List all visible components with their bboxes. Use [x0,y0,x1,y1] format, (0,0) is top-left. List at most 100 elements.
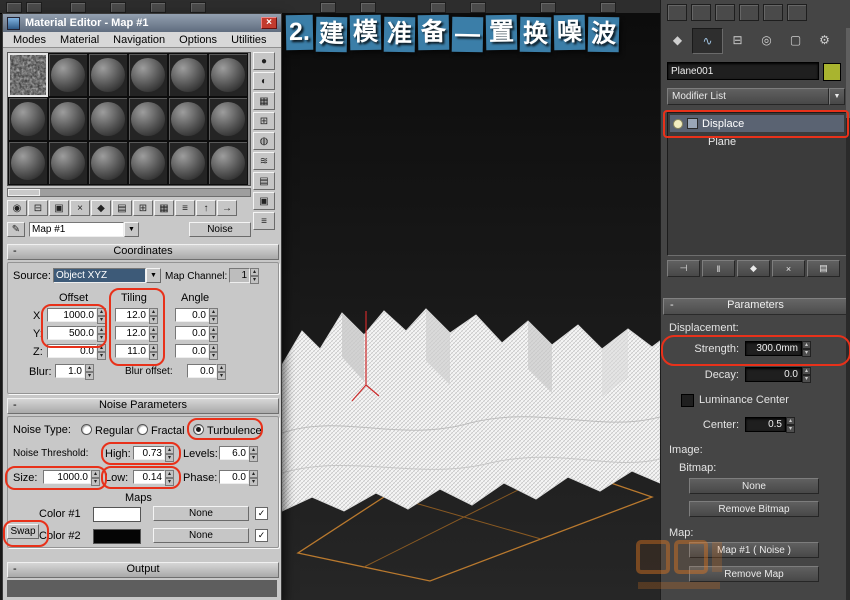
material-sample-slot[interactable] [168,97,208,141]
tab-hierarchy[interactable]: ⊟ [723,28,752,52]
spinner[interactable]: ▴ ▾ [802,367,811,383]
z-offset-field[interactable]: 0.0 ▴ ▾ [47,344,106,360]
main-toolbar-icon[interactable] [470,2,486,13]
spinner[interactable]: ▴ ▾ [786,417,795,433]
map-button[interactable]: Map #1 ( Noise ) [689,542,819,558]
radio-turbulence[interactable]: Turbulence [193,424,262,437]
low-field[interactable]: 0.14 ▴ ▾ [133,470,174,486]
spinner[interactable]: ▴ ▾ [97,308,106,324]
chevron-down-icon[interactable]: ▼ [829,88,845,105]
options-icon[interactable]: ▤ [253,172,275,190]
strength-field[interactable]: 300.0mm ▴ ▾ [745,341,811,357]
spinner[interactable]: ▴ ▾ [209,308,218,324]
main-toolbar-icon[interactable] [715,4,735,21]
menu-navigation[interactable]: Navigation [107,33,171,47]
y-offset-field[interactable]: 500.0 ▴ ▾ [47,326,106,342]
blur-offset-field[interactable]: 0.0 ▴ ▾ [187,364,226,380]
configure-modifier-sets-icon[interactable]: ▤ [807,260,840,277]
material-sample-slot[interactable] [168,53,208,97]
color2-swatch[interactable] [93,529,141,544]
spinner[interactable]: ▴ ▾ [149,326,158,342]
z-angle-field[interactable]: 0.0 ▴ ▾ [175,344,218,360]
material-sample-slot[interactable] [128,97,168,141]
remove-modifier-icon[interactable]: × [772,260,805,277]
noise-parameters-rollout-header[interactable]: - Noise Parameters [7,398,279,414]
pin-stack-icon[interactable]: ⊣ [667,260,700,277]
slot-scroll-thumb[interactable] [8,189,40,196]
go-to-sibling-icon[interactable]: → [217,200,237,216]
tab-display[interactable]: ▢ [781,28,810,52]
spinner[interactable]: ▴ ▾ [97,326,106,342]
spinner[interactable]: ▴ ▾ [250,268,259,284]
material-sample-slot-active[interactable] [8,53,48,97]
main-toolbar-icon[interactable] [667,4,687,21]
viewport[interactable] [280,13,660,600]
center-field[interactable]: 0.5 ▴ ▾ [745,417,795,433]
make-unique-icon[interactable]: ◆ [91,200,111,216]
menu-modes[interactable]: Modes [7,33,52,47]
panel-scrollbar[interactable] [846,28,850,600]
spinner[interactable]: ▴ ▾ [209,326,218,342]
size-field[interactable]: 1000.0 ▴ ▾ [43,470,100,486]
tab-modify[interactable]: ∿ [692,28,723,54]
color1-swatch[interactable] [93,507,141,522]
tab-create[interactable]: ◆ [663,28,692,52]
tab-utilities[interactable]: ⚙ [810,28,839,52]
radio-icon[interactable] [137,424,148,435]
reset-map-icon[interactable]: × [70,200,90,216]
main-toolbar-icon[interactable] [763,4,783,21]
sample-type-icon[interactable]: ● [253,52,275,70]
main-toolbar-icon[interactable] [600,2,616,13]
material-sample-slot[interactable] [208,97,248,141]
main-toolbar-icon[interactable] [70,2,86,13]
phase-field[interactable]: 0.0 ▴ ▾ [219,470,258,486]
coordinates-rollout-header[interactable]: - Coordinates [7,244,279,260]
main-toolbar-icon[interactable] [190,2,206,13]
video-color-check-icon[interactable]: ◍ [253,132,275,150]
close-icon[interactable]: × [261,17,277,29]
chevron-down-icon[interactable]: ▼ [146,268,161,283]
main-toolbar-icon[interactable] [6,2,22,13]
material-sample-slot[interactable] [48,53,88,97]
material-sample-slot[interactable] [48,141,88,185]
main-toolbar-icon[interactable] [787,4,807,21]
stack-item-plane[interactable]: Plane [668,134,846,150]
spinner[interactable]: ▴ ▾ [165,470,174,486]
material-sample-slot[interactable] [128,53,168,97]
material-sample-slot[interactable] [208,53,248,97]
blur-field[interactable]: 1.0 ▴ ▾ [55,364,94,380]
spinner[interactable]: ▴ ▾ [249,470,258,486]
main-toolbar-icon[interactable] [739,4,759,21]
spinner[interactable]: ▴ ▾ [217,364,226,380]
material-sample-slot[interactable] [88,141,128,185]
main-toolbar-icon[interactable] [150,2,166,13]
bitmap-button[interactable]: None [689,478,819,494]
spinner[interactable]: ▴ ▾ [149,308,158,324]
show-map-in-viewport-icon[interactable]: ▦ [154,200,174,216]
y-tiling-field[interactable]: 12.0 ▴ ▾ [115,326,158,342]
put-to-library-icon[interactable]: ▤ [112,200,132,216]
output-rollout-header[interactable]: - Output [7,562,279,578]
tab-motion[interactable]: ◎ [752,28,781,52]
bulb-icon[interactable] [673,118,683,129]
backlight-icon[interactable]: ◐ [253,72,275,90]
material-map-navigator-icon[interactable]: ≡ [253,212,275,230]
select-by-material-icon[interactable]: ▣ [253,192,275,210]
material-editor-titlebar[interactable]: Material Editor - Map #1 × [3,14,281,32]
menu-utilities[interactable]: Utilities [225,33,272,47]
show-end-result-icon[interactable]: ‖ [702,260,735,277]
remove-map-button[interactable]: Remove Map [689,566,819,582]
material-sample-slot[interactable] [88,53,128,97]
levels-field[interactable]: 6.0 ▴ ▾ [219,446,258,462]
radio-icon[interactable] [81,424,92,435]
color2-map-enable-checkbox[interactable]: ✓ [255,529,268,542]
panel-scroll-thumb[interactable] [846,28,850,118]
radio-regular[interactable]: Regular [81,424,134,437]
main-toolbar-icon[interactable] [540,2,556,13]
radio-icon[interactable] [193,424,204,435]
y-angle-field[interactable]: 0.0 ▴ ▾ [175,326,218,342]
material-sample-slot[interactable] [48,97,88,141]
decay-field[interactable]: 0.0 ▴ ▾ [745,367,811,383]
spinner[interactable]: ▴ ▾ [85,364,94,380]
object-name-field[interactable]: Plane001 [667,62,819,80]
